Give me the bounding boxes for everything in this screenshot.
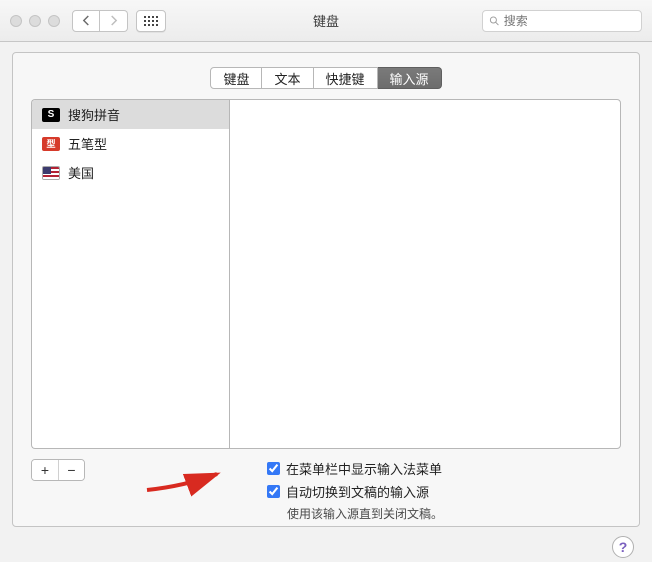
tab-bar: 键盘 文本 快捷键 输入源 xyxy=(31,67,621,89)
preferences-panel: 键盘 文本 快捷键 输入源 S 搜狗拼音 型 五笔型 美国 xyxy=(12,52,640,527)
help-button[interactable]: ? xyxy=(612,536,634,558)
add-button[interactable]: + xyxy=(32,460,58,480)
wubi-icon: 型 xyxy=(42,137,60,151)
source-item-us[interactable]: 美国 xyxy=(32,158,229,187)
grid-icon xyxy=(144,16,158,26)
checkbox-show-menu[interactable] xyxy=(267,462,280,475)
forward-button[interactable] xyxy=(100,10,128,32)
sogou-icon: S xyxy=(42,108,60,122)
chevron-right-icon xyxy=(109,15,118,26)
tab-text[interactable]: 文本 xyxy=(262,67,313,89)
source-detail xyxy=(229,99,621,449)
annotation-arrow xyxy=(145,466,225,499)
window-controls xyxy=(10,15,60,27)
search-icon xyxy=(489,15,500,27)
add-remove-control: + − xyxy=(31,459,85,481)
auto-switch-note: 使用该输入源直到关闭文稿。 xyxy=(287,505,443,522)
zoom-light[interactable] xyxy=(48,15,60,27)
remove-button[interactable]: − xyxy=(58,460,84,480)
flag-us-icon xyxy=(42,166,60,180)
back-button[interactable] xyxy=(72,10,100,32)
titlebar: 键盘 xyxy=(0,0,652,42)
minimize-light[interactable] xyxy=(29,15,41,27)
source-list[interactable]: S 搜狗拼音 型 五笔型 美国 xyxy=(31,99,229,449)
check-label: 自动切换到文稿的输入源 xyxy=(286,482,429,501)
content-area: 键盘 文本 快捷键 输入源 S 搜狗拼音 型 五笔型 美国 xyxy=(0,42,652,562)
source-label: 搜狗拼音 xyxy=(68,105,120,124)
input-sources-body: S 搜狗拼音 型 五笔型 美国 xyxy=(31,99,621,449)
search-field[interactable] xyxy=(482,10,642,32)
check-auto-switch[interactable]: 自动切换到文稿的输入源 xyxy=(267,482,443,501)
options-checks: 在菜单栏中显示输入法菜单 自动切换到文稿的输入源 使用该输入源直到关闭文稿。 xyxy=(267,459,443,522)
bottom-row: + − 在菜单栏中显示输入法菜单 自动切换到文稿的输入源 使用该输入源直到关闭文… xyxy=(31,459,621,522)
search-input[interactable] xyxy=(504,14,635,28)
source-label: 五笔型 xyxy=(68,134,107,153)
tab-keyboard[interactable]: 键盘 xyxy=(210,67,262,89)
source-item-sogou[interactable]: S 搜狗拼音 xyxy=(32,100,229,129)
source-item-wubi[interactable]: 型 五笔型 xyxy=(32,129,229,158)
chevron-left-icon xyxy=(82,15,91,26)
show-all-button[interactable] xyxy=(136,10,166,32)
checkbox-auto-switch[interactable] xyxy=(267,485,280,498)
check-label: 在菜单栏中显示输入法菜单 xyxy=(286,459,442,478)
close-light[interactable] xyxy=(10,15,22,27)
nav-buttons xyxy=(72,10,128,32)
source-label: 美国 xyxy=(68,163,94,182)
arrow-icon xyxy=(145,466,225,496)
tab-input-sources[interactable]: 输入源 xyxy=(378,67,442,89)
tab-shortcuts[interactable]: 快捷键 xyxy=(314,67,378,89)
check-show-menu[interactable]: 在菜单栏中显示输入法菜单 xyxy=(267,459,443,478)
